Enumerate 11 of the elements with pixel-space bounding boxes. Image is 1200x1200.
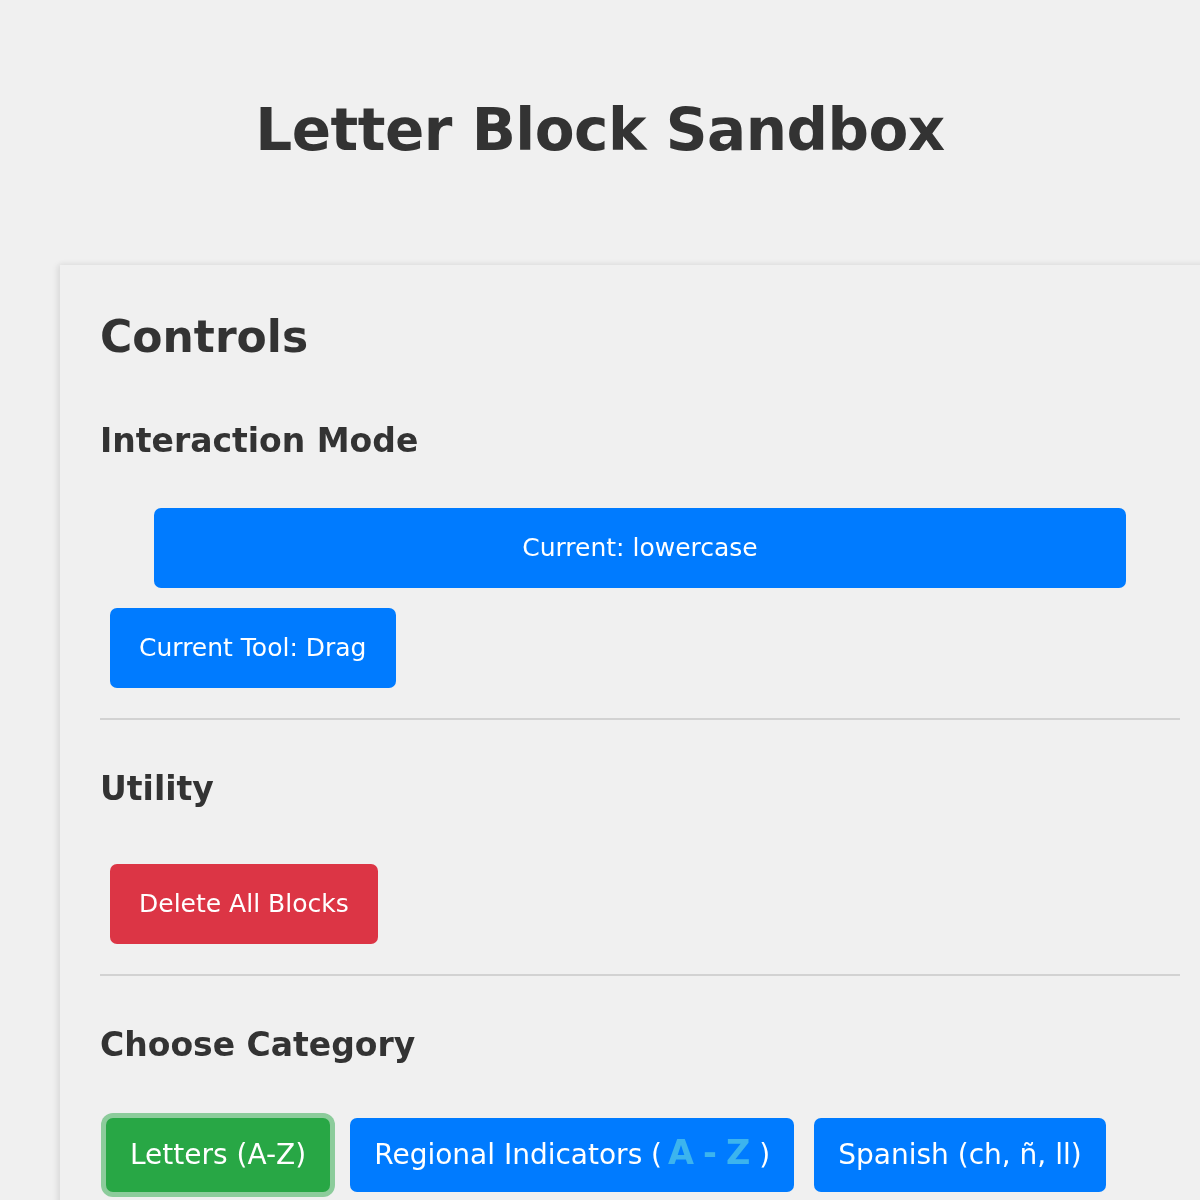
delete-all-button[interactable]: Delete All Blocks xyxy=(110,864,378,944)
case-mode-button[interactable]: Current: lowercase xyxy=(154,508,1126,588)
page-title: Letter Block Sandbox xyxy=(255,95,945,165)
section-heading: Interaction Mode xyxy=(100,420,419,462)
section-heading: Utility xyxy=(100,768,214,810)
category-button[interactable]: Regional Indicators (A-Z) xyxy=(350,1118,795,1192)
category-button[interactable]: Letters (A-Z) xyxy=(106,1118,331,1192)
panel-heading: Controls xyxy=(100,310,309,364)
tool-button[interactable]: Current Tool: Drag xyxy=(110,608,396,688)
category-button[interactable]: Spanish (ch, ñ, ll) xyxy=(814,1118,1106,1192)
section-heading: Choose Category xyxy=(100,1024,416,1066)
